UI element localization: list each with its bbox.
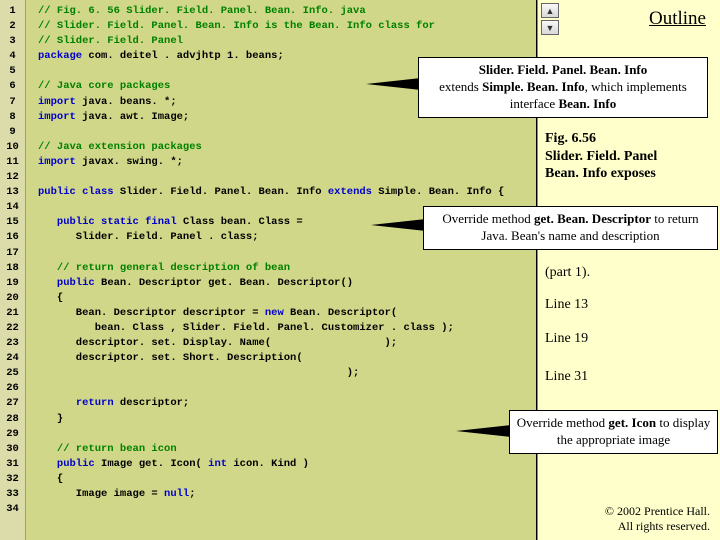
line-number: 6	[0, 79, 25, 94]
code-line	[38, 502, 536, 517]
line-number: 12	[0, 170, 25, 185]
line-number: 15	[0, 215, 25, 230]
note-line13: Line 13	[545, 296, 588, 314]
code-line	[38, 381, 536, 396]
nav-up-button[interactable]: ▲	[541, 3, 559, 18]
code-line: descriptor. set. Short. Description(	[38, 351, 536, 366]
callout-arrow-3	[456, 425, 511, 437]
code-line: import javax. swing. *;	[38, 155, 536, 170]
callout-arrow-2	[371, 219, 426, 231]
line-number: 28	[0, 412, 25, 427]
note-fig: Fig. 6.56Slider. Field. PanelBean. Info …	[545, 130, 720, 183]
line-number: 22	[0, 321, 25, 336]
line-number: 23	[0, 336, 25, 351]
code-line: );	[38, 366, 536, 381]
code-line: Image image = null;	[38, 487, 536, 502]
note-line31: Line 31	[545, 368, 588, 386]
line-number: 21	[0, 306, 25, 321]
callout-beaninfo: Slider. Field. Panel. Bean. Infoextends …	[418, 57, 708, 118]
code-line: return descriptor;	[38, 396, 536, 411]
line-number: 19	[0, 276, 25, 291]
note-part: (part 1).	[545, 264, 590, 282]
note-line19: Line 19	[545, 330, 588, 348]
code-line: bean. Class , Slider. Field. Panel. Cust…	[38, 321, 536, 336]
line-number: 32	[0, 472, 25, 487]
nav-arrows: ▲ ▼	[541, 3, 559, 35]
line-number: 27	[0, 396, 25, 411]
line-number: 9	[0, 125, 25, 140]
code-line	[38, 125, 536, 140]
code-line: public Image get. Icon( int icon. Kind )	[38, 457, 536, 472]
line-number-gutter: 1234567891011121314151617181920212223242…	[0, 0, 26, 540]
line-number: 34	[0, 502, 25, 517]
code-line: public Bean. Descriptor get. Bean. Descr…	[38, 276, 536, 291]
line-number: 17	[0, 246, 25, 261]
line-number: 13	[0, 185, 25, 200]
line-number: 4	[0, 49, 25, 64]
code-line: // return general description of bean	[38, 261, 536, 276]
line-number: 1	[0, 4, 25, 19]
outline-heading: Outline	[649, 8, 706, 30]
line-number: 20	[0, 291, 25, 306]
line-number: 30	[0, 442, 25, 457]
code-line: // Slider. Field. Panel. Bean. Info is t…	[38, 19, 536, 34]
line-number: 31	[0, 457, 25, 472]
line-number: 24	[0, 351, 25, 366]
code-line: // Fig. 6. 56 Slider. Field. Panel. Bean…	[38, 4, 536, 19]
line-number: 3	[0, 34, 25, 49]
code-line: {	[38, 291, 536, 306]
line-number: 14	[0, 200, 25, 215]
code-line: Bean. Descriptor descriptor = new Bean. …	[38, 306, 536, 321]
line-number: 33	[0, 487, 25, 502]
line-number: 26	[0, 381, 25, 396]
line-number: 11	[0, 155, 25, 170]
line-number: 8	[0, 110, 25, 125]
line-number: 29	[0, 427, 25, 442]
copyright: © 2002 Prentice Hall.All rights reserved…	[605, 504, 710, 534]
line-number: 25	[0, 366, 25, 381]
code-line: // return bean icon	[38, 442, 536, 457]
right-panel: ▲ ▼ Outline Slider. Field. Panel. Bean. …	[537, 0, 720, 540]
code-line	[38, 170, 536, 185]
line-number: 18	[0, 261, 25, 276]
code-line: {	[38, 472, 536, 487]
line-number: 16	[0, 230, 25, 245]
line-number: 2	[0, 19, 25, 34]
nav-down-button[interactable]: ▼	[541, 20, 559, 35]
line-number: 5	[0, 64, 25, 79]
callout-arrow-1	[366, 78, 421, 90]
code-line: public class Slider. Field. Panel. Bean.…	[38, 185, 536, 200]
line-number: 7	[0, 95, 25, 110]
callout-getbeandescriptor: Override method get. Bean. Descriptor to…	[423, 206, 718, 250]
callout-geticon: Override method get. Icon to display the…	[509, 410, 718, 454]
code-line: descriptor. set. Display. Name( );	[38, 336, 536, 351]
code-line: // Slider. Field. Panel	[38, 34, 536, 49]
code-line: // Java extension packages	[38, 140, 536, 155]
line-number: 10	[0, 140, 25, 155]
